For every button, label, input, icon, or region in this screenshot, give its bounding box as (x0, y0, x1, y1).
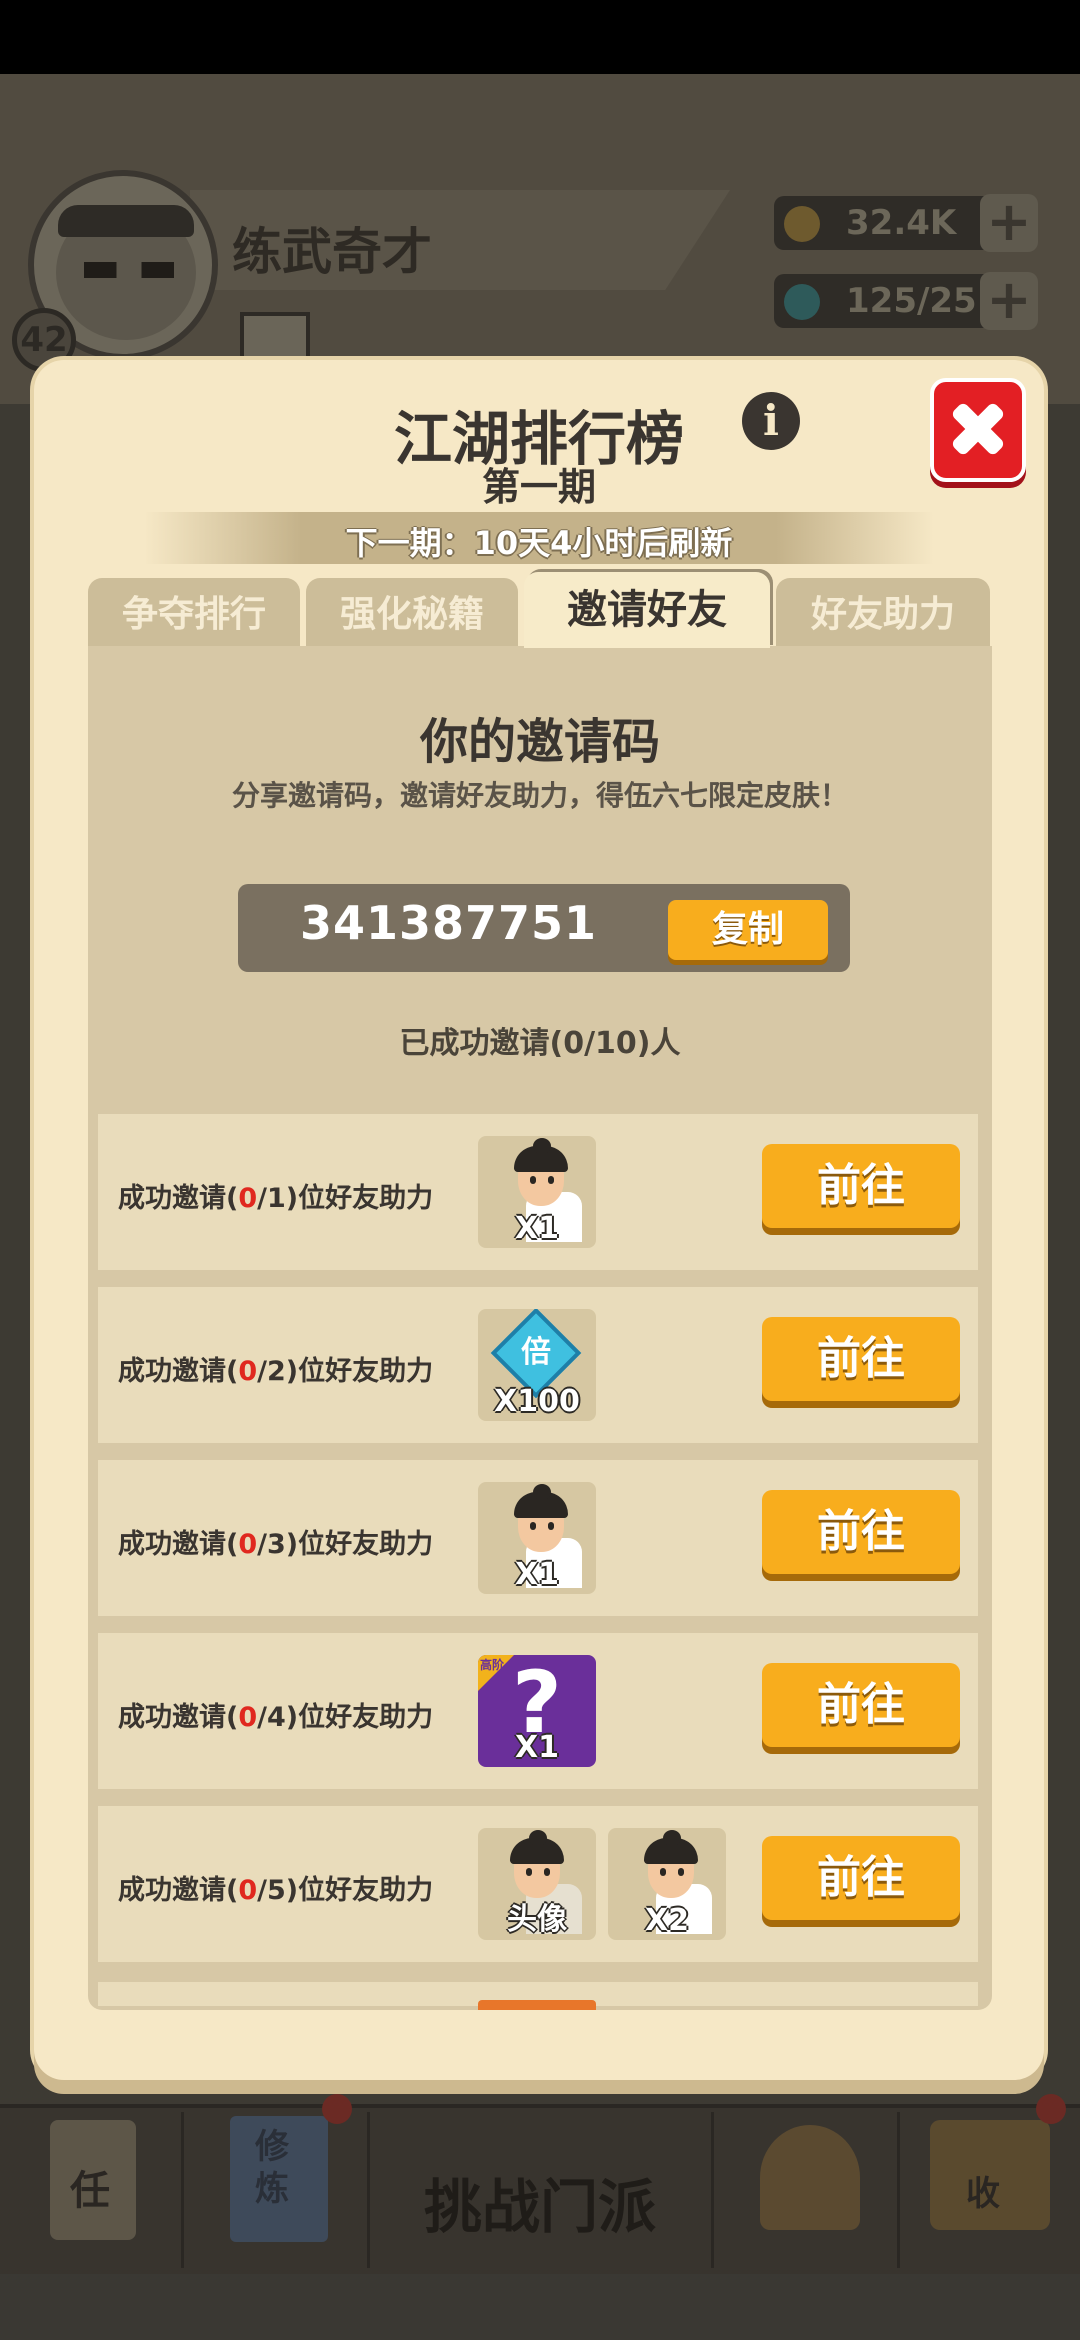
task-progress: 0 (238, 1356, 258, 1387)
reward-count: X1 (514, 1557, 559, 1592)
multiplier-glyph: 倍 (521, 1335, 551, 1370)
invite-description: 分享邀请码，邀请好友助力，得伍六七限定皮肤！ (231, 779, 848, 812)
notification-dot (322, 2094, 352, 2124)
coin-icon (784, 206, 820, 242)
tab-friend-assist[interactable]: 好友助力 (776, 578, 990, 646)
task-label: 成功邀请(0/1)位好友助力 (118, 1183, 434, 1214)
task-progress: 0 (238, 1702, 258, 1733)
go-button[interactable]: 前往 (762, 1317, 960, 1401)
reward-skin-item[interactable]: X1 (478, 1136, 596, 1248)
task-progress: 0 (238, 1529, 258, 1560)
tab-secret-manual[interactable]: 强化秘籍 (306, 578, 518, 646)
shop-icon[interactable]: 收 (930, 2120, 1050, 2230)
status-bar (0, 0, 1080, 74)
info-icon[interactable]: i (742, 392, 800, 450)
nav-task-label: 任 (70, 2168, 110, 2214)
invite-code: 341387751 (300, 896, 598, 950)
notification-dot (1036, 2094, 1066, 2124)
invited-count: 已成功邀请(0/10)人 (399, 1026, 681, 1061)
task-label: 成功邀请(0/2)位好友助力 (118, 1356, 434, 1387)
add-gem-button[interactable]: + (980, 272, 1038, 330)
gold-value: 32.4K (846, 203, 957, 243)
task-progress: 0 (238, 1875, 258, 1906)
task-row: 成功邀请(0/1)位好友助力 X1 前往 (98, 1114, 978, 1270)
book-icon: 修炼 (230, 2116, 328, 2242)
nav-challenge-label: 挑战门派 (423, 2173, 656, 2241)
next-period-countdown: 下一期：10天4小时后刷新 (345, 524, 733, 562)
task-row: 成功邀请(0/4)位好友助力 高阶 ? X1 前往 (98, 1633, 978, 1789)
go-button[interactable]: 前往 (762, 1836, 960, 1920)
player-name: 练武奇才 (232, 223, 432, 281)
task-label: 成功邀请(0/3)位好友助力 (118, 1529, 434, 1560)
tab-invite-friends[interactable]: 邀请好友 (524, 572, 770, 648)
nav-shop-label: 收 (966, 2174, 1000, 2214)
reward-multiplier-item[interactable]: 倍 X100 (478, 1309, 596, 1421)
scroll-icon: 任 (50, 2120, 136, 2240)
go-button-partial[interactable] (478, 2000, 596, 2010)
copy-button[interactable]: 复制 (668, 900, 828, 960)
go-button[interactable]: 前往 (762, 1490, 960, 1574)
nav-train-label: 修炼 (255, 2127, 289, 2209)
invite-code-heading: 你的邀请码 (419, 714, 660, 770)
tab-ranking[interactable]: 争夺排行 (88, 578, 300, 646)
close-button[interactable] (930, 378, 1026, 482)
reward-count: X100 (494, 1384, 580, 1419)
task-progress: 0 (238, 1183, 258, 1214)
reward-skin-item[interactable]: X1 (478, 1482, 596, 1594)
task-row: 成功邀请(0/2)位好友助力 倍 X100 前往 (98, 1287, 978, 1443)
reward-mystery-item[interactable]: 高阶 ? X1 (478, 1655, 596, 1767)
task-row: 成功邀请(0/5)位好友助力 头像 X2 前往 (98, 1806, 978, 1962)
gem-icon (784, 284, 820, 320)
gold-counter: 32.4K + (774, 194, 1038, 252)
period-label: 第一期 (481, 465, 596, 509)
reward-skin-item[interactable]: X2 (608, 1828, 726, 1940)
reward-count: X2 (644, 1903, 689, 1938)
gem-counter: 125/25 + (774, 272, 1038, 330)
go-button[interactable]: 前往 (762, 1663, 960, 1747)
reward-count: 头像 (507, 1902, 567, 1937)
add-gold-button[interactable]: + (980, 194, 1038, 252)
avatar-eyes-icon (84, 262, 174, 278)
go-button[interactable]: 前往 (762, 1144, 960, 1228)
headband-icon (58, 205, 194, 237)
reward-count: X1 (514, 1211, 559, 1246)
gem-value: 125/25 (846, 281, 977, 321)
reward-avatar-item[interactable]: 头像 (478, 1828, 596, 1940)
task-label: 成功邀请(0/4)位好友助力 (118, 1702, 434, 1733)
task-label: 成功邀请(0/5)位好友助力 (118, 1875, 434, 1906)
helmet-icon (760, 2125, 860, 2230)
task-row: 成功邀请(0/3)位好友助力 X1 前往 (98, 1460, 978, 1616)
reward-count: X1 (514, 1730, 559, 1765)
